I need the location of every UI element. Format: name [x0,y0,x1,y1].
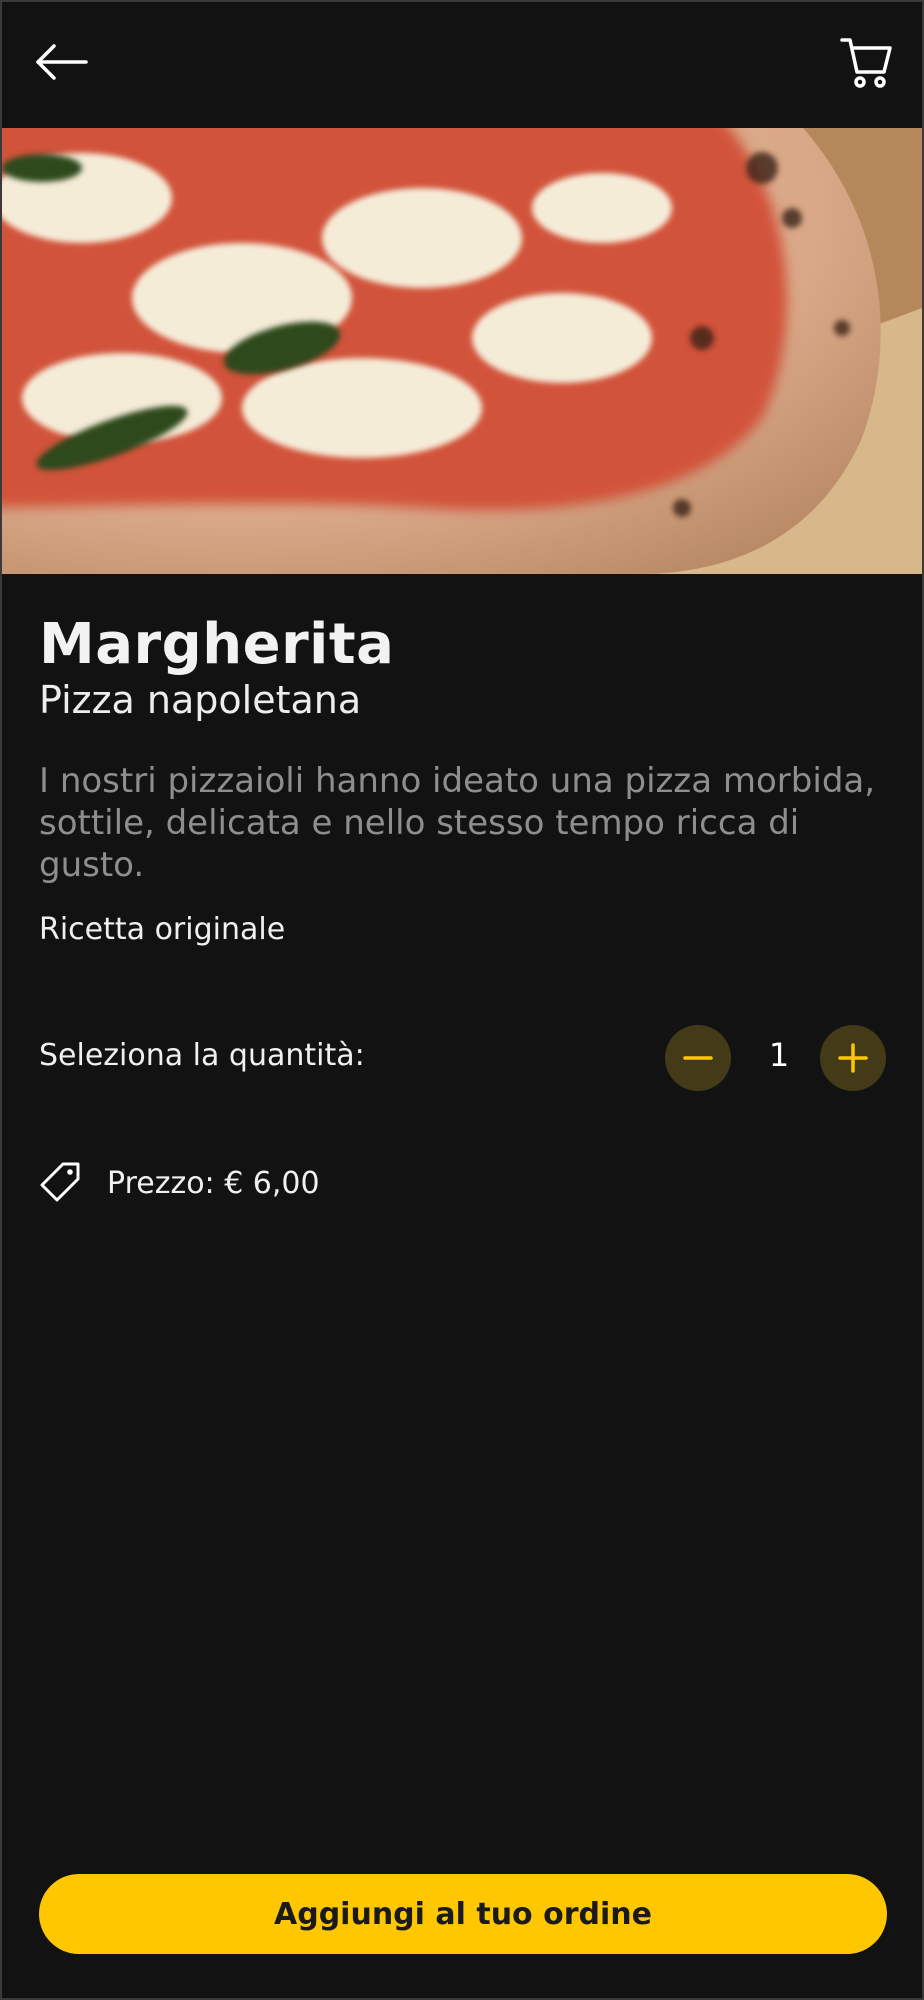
cart-button[interactable] [838,34,896,92]
pizza-photo [2,128,922,574]
cart-icon [840,38,892,88]
add-to-order-button[interactable]: Aggiungi al tuo ordine [39,1874,887,1954]
product-description: I nostri pizzaioli hanno ideato una pizz… [39,761,876,885]
price-tag-icon [40,1162,80,1202]
back-button[interactable] [30,34,94,90]
product-subtitle: Pizza napoletana [39,678,362,722]
increase-quantity-button[interactable] [820,1025,886,1091]
minus-icon [683,1056,713,1060]
recipe-note: Ricetta originale [39,912,286,947]
product-title: Margherita [39,612,395,677]
arrow-left-icon [36,44,88,80]
plus-icon [838,1043,868,1073]
decrease-quantity-button[interactable] [665,1025,731,1091]
top-bar [2,2,922,128]
quantity-value: 1 [768,1036,790,1074]
quantity-label: Seleziona la quantità: [39,1038,365,1073]
product-image [2,128,922,574]
app-screen: Margherita Pizza napoletana I nostri piz… [0,0,924,2000]
price-label: Prezzo: € 6,00 [107,1166,320,1201]
